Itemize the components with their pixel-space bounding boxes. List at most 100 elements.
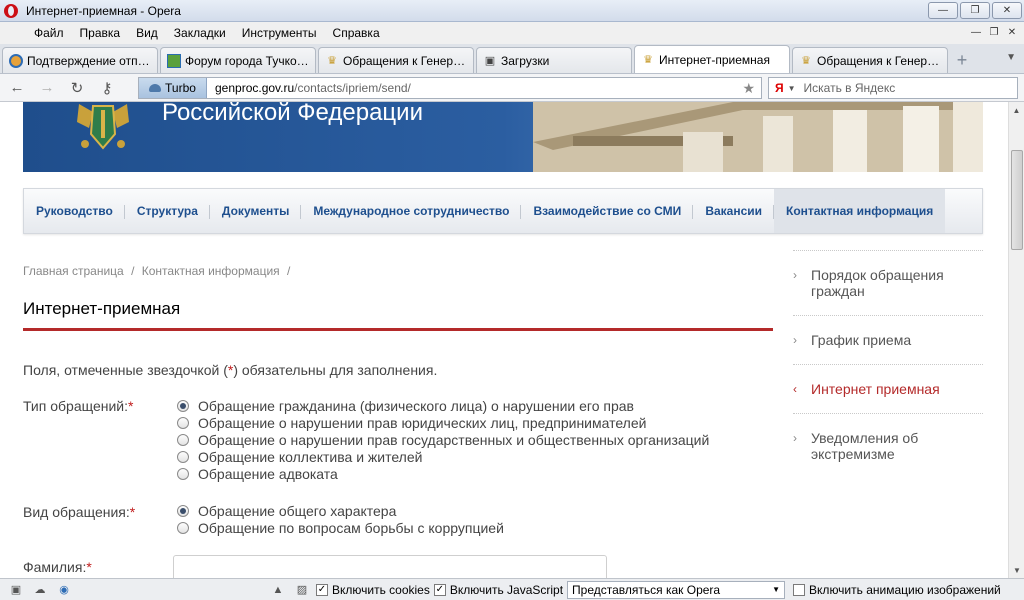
prosecutor-emblem-icon bbox=[77, 104, 129, 150]
page-viewport: Российской Федерации Руководство Структу… bbox=[0, 102, 1008, 578]
scroll-up-icon[interactable]: ▲ bbox=[1009, 102, 1024, 118]
sidebar-item-internet-reception[interactable]: Интернет приемная bbox=[793, 364, 983, 413]
turbo-button[interactable]: Turbo bbox=[139, 78, 207, 98]
appeal-kind-radio-group: Обращение общего характера Обращение по … bbox=[177, 502, 504, 536]
speed-dial-icon[interactable]: ◉ bbox=[56, 583, 72, 597]
reload-button[interactable]: ↻ bbox=[64, 77, 90, 99]
tab-appeals-2[interactable]: ♛ Обращения к Генерал... bbox=[792, 47, 948, 73]
nav-vacancies[interactable]: Вакансии bbox=[693, 189, 774, 233]
sidebar-item-schedule[interactable]: График приема bbox=[793, 315, 983, 364]
tab-confirmation[interactable]: Подтверждение отпра... bbox=[2, 47, 158, 73]
radio-button[interactable] bbox=[177, 416, 189, 429]
appeal-type-option[interactable]: Обращение о нарушении прав юридических л… bbox=[177, 414, 709, 431]
appeal-type-option[interactable]: Обращение коллектива и жителей bbox=[177, 448, 709, 465]
close-button[interactable]: ✕ bbox=[992, 2, 1022, 19]
tab-downloads[interactable]: ▣ Загрузки bbox=[476, 47, 632, 73]
tab-label: Обращения к Генерал... bbox=[343, 53, 467, 68]
search-field[interactable]: Я ▼ Искать в Яндекс bbox=[768, 77, 1018, 99]
page-minimize-icon[interactable]: — bbox=[968, 25, 984, 40]
forum-icon bbox=[167, 53, 181, 68]
page-close-icon[interactable]: ✕ bbox=[1004, 25, 1020, 40]
appeal-type-option[interactable]: Обращение адвоката bbox=[177, 465, 709, 482]
radio-button[interactable] bbox=[177, 467, 189, 480]
appeal-type-option[interactable]: Обращение о нарушении прав государственн… bbox=[177, 431, 709, 448]
breadcrumb-separator: / bbox=[131, 264, 135, 278]
turbo-icon bbox=[149, 84, 162, 92]
scroll-down-icon[interactable]: ▼ bbox=[1009, 562, 1024, 578]
minimize-button[interactable]: — bbox=[928, 2, 958, 19]
title-divider bbox=[23, 328, 773, 331]
checkbox[interactable]: ✓ bbox=[316, 583, 328, 596]
tab-forum[interactable]: Форум города Тучков... bbox=[160, 47, 316, 73]
yandex-logo-icon: Я bbox=[775, 81, 784, 95]
banner-title: Российской Федерации bbox=[162, 102, 423, 126]
radio-button[interactable] bbox=[177, 521, 189, 534]
checkbox[interactable]: ✓ bbox=[433, 583, 446, 596]
address-field[interactable]: Turbo genproc.gov.ru/contacts/ipriem/sen… bbox=[138, 77, 762, 99]
nav-structure[interactable]: Структура bbox=[125, 189, 211, 233]
nav-media[interactable]: Взаимодействие со СМИ bbox=[521, 189, 694, 233]
maximize-button[interactable]: ❐ bbox=[960, 2, 990, 19]
menu-edit[interactable]: Правка bbox=[80, 26, 121, 40]
sidebar-item-procedure[interactable]: Порядок обращения граждан bbox=[793, 250, 983, 315]
appeal-kind-option[interactable]: Обращение по вопросам борьбы с коррупцие… bbox=[177, 519, 504, 536]
sidebar: Порядок обращения граждан График приема … bbox=[793, 250, 983, 478]
emblem-icon: ♛ bbox=[327, 55, 337, 67]
title-bar: Интернет-приемная - Opera — ❐ ✕ bbox=[0, 0, 1024, 22]
new-tab-button[interactable]: + bbox=[950, 47, 974, 73]
tab-label: Обращения к Генерал... bbox=[817, 53, 941, 68]
window-title: Интернет-приемная - Opera bbox=[26, 3, 181, 18]
tab-internet-reception[interactable]: ♛ Интернет-приемная bbox=[634, 45, 790, 73]
javascript-checkbox[interactable]: ✓ Включить JavaScript bbox=[433, 583, 563, 597]
breadcrumb-contacts-link[interactable]: Контактная информация bbox=[142, 264, 280, 278]
emblem-icon: ♛ bbox=[643, 54, 653, 66]
appeal-kind-option[interactable]: Обращение общего характера bbox=[177, 502, 504, 519]
status-bar: ▣ ☁ ◉ ▲ ▨ ✓ Включить cookies ✓ Включить … bbox=[0, 578, 1024, 600]
vertical-scrollbar[interactable]: ▲ ▼ bbox=[1008, 102, 1024, 578]
sidebar-item-extremism[interactable]: Уведомления об экстремизме bbox=[793, 413, 983, 478]
back-button[interactable]: ← bbox=[4, 77, 30, 99]
forward-button[interactable]: → bbox=[34, 77, 60, 99]
menu-bookmarks[interactable]: Закладки bbox=[174, 26, 226, 40]
animation-checkbox[interactable]: Включить анимацию изображений bbox=[793, 583, 1001, 597]
emblem-icon: ♛ bbox=[801, 55, 811, 67]
tab-menu-chevron-icon[interactable]: ▼ bbox=[1006, 52, 1016, 63]
radio-button[interactable] bbox=[177, 450, 189, 463]
radio-button[interactable] bbox=[177, 399, 189, 412]
tab-label: Форум города Тучков... bbox=[185, 53, 309, 68]
appeal-type-option[interactable]: Обращение гражданина (физического лица) … bbox=[177, 397, 709, 414]
image-icon[interactable]: ▨ bbox=[294, 583, 310, 597]
panel-toggle-icon[interactable]: ▣ bbox=[8, 583, 24, 597]
radio-button[interactable] bbox=[177, 433, 189, 446]
nav-international[interactable]: Международное сотрудничество bbox=[301, 189, 522, 233]
identity-select[interactable]: Представляться как Opera ▼ bbox=[567, 580, 786, 599]
menu-tools[interactable]: Инструменты bbox=[242, 26, 317, 40]
surname-input[interactable] bbox=[173, 555, 607, 578]
bookmark-star-icon[interactable]: ★ bbox=[742, 80, 755, 97]
menu-file[interactable]: Файл bbox=[34, 26, 64, 40]
page-title: Интернет-приемная bbox=[23, 299, 181, 318]
surname-label: Фамилия:* bbox=[23, 559, 92, 575]
required-note: Поля, отмеченные звездочкой (*) обязател… bbox=[23, 362, 438, 378]
nav-contacts[interactable]: Контактная информация bbox=[774, 189, 946, 233]
page-restore-icon[interactable]: ❐ bbox=[986, 25, 1002, 40]
opera-logo-icon[interactable] bbox=[4, 3, 18, 18]
nav-leadership[interactable]: Руководство bbox=[24, 189, 125, 233]
radio-button[interactable] bbox=[177, 504, 189, 517]
menu-view[interactable]: Вид bbox=[136, 26, 158, 40]
scrollbar-thumb[interactable] bbox=[1011, 150, 1023, 250]
appeal-type-radio-group: Обращение гражданина (физического лица) … bbox=[177, 397, 709, 482]
unite-cloud-icon[interactable]: ☁ bbox=[32, 583, 48, 597]
checkbox[interactable] bbox=[793, 583, 806, 596]
navigation-bar: ← → ↻ ⚷ Turbo genproc.gov.ru/contacts/ip… bbox=[0, 74, 1024, 102]
tab-appeals-1[interactable]: ♛ Обращения к Генерал... bbox=[318, 47, 474, 73]
url-text[interactable]: genproc.gov.ru/contacts/ipriem/send/ bbox=[207, 81, 411, 95]
menu-help[interactable]: Справка bbox=[333, 26, 380, 40]
breadcrumb: Главная страница / Контактная информация… bbox=[23, 264, 294, 278]
scroll-up-status-icon[interactable]: ▲ bbox=[270, 583, 286, 597]
key-icon[interactable]: ⚷ bbox=[94, 77, 120, 99]
cookies-checkbox[interactable]: ✓ Включить cookies bbox=[316, 583, 430, 597]
nav-documents[interactable]: Документы bbox=[210, 189, 302, 233]
breadcrumb-home-link[interactable]: Главная страница bbox=[23, 264, 124, 278]
search-engine-dropdown-icon[interactable]: ▼ bbox=[788, 84, 796, 93]
